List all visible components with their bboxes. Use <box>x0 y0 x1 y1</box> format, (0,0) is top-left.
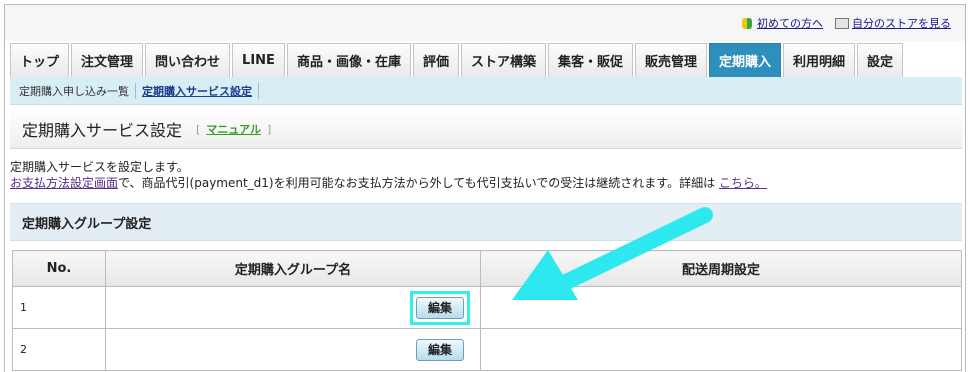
tab-products[interactable]: 商品・画像・在庫 <box>286 43 411 77</box>
page-title: 定期購入サービス設定 <box>22 120 183 140</box>
page-header: 定期購入サービス設定 [マニュアル] <box>10 109 962 149</box>
highlight-box: 編集 <box>410 290 470 325</box>
tab-billing[interactable]: 利用明細 <box>783 43 856 77</box>
description-line1: 定期購入サービスを設定します。 <box>10 160 189 174</box>
my-store-link[interactable]: 自分のストアを見る <box>835 15 951 31</box>
row-no: 1 <box>12 286 106 329</box>
group-name-cell: 編集 <box>105 328 481 371</box>
tab-top[interactable]: トップ <box>10 43 70 77</box>
tab-reviews[interactable]: 評価 <box>412 43 459 77</box>
edit-button[interactable]: 編集 <box>416 296 464 319</box>
beginner-mark-icon <box>741 17 754 30</box>
subnav-item-service-settings[interactable]: 定期購入サービス設定 <box>142 82 259 99</box>
tab-store-build[interactable]: ストア構築 <box>460 43 546 77</box>
table-row: 2 編集 <box>12 328 962 371</box>
details-link[interactable]: こちら。 <box>719 176 767 190</box>
manual-link[interactable]: マニュアル <box>206 123 261 136</box>
subnav-item-list[interactable]: 定期購入申し込み一覧 <box>19 82 136 99</box>
table-row: 1 編集 <box>12 286 962 329</box>
tab-subscription[interactable]: 定期購入 <box>709 43 782 77</box>
page-frame: 初めての方へ 自分のストアを見る トップ 注文管理 問い合わせ LINE 商品・… <box>4 4 966 372</box>
group-name-cell: 編集 <box>105 286 481 329</box>
manual-link-wrap: [マニュアル] <box>196 122 272 136</box>
section-header: 定期購入グループ設定 <box>10 203 962 241</box>
col-no: No. <box>12 250 106 287</box>
tab-promotion[interactable]: 集客・販促 <box>547 43 633 77</box>
col-delivery-cycle: 配送周期設定 <box>480 250 962 287</box>
top-links: 初めての方へ 自分のストアを見る <box>741 15 951 31</box>
edit-button[interactable]: 編集 <box>416 338 464 361</box>
tab-orders[interactable]: 注文管理 <box>71 43 144 77</box>
sub-nav: 定期購入申し込み一覧 定期購入サービス設定 <box>10 77 962 105</box>
description-line2: お支払方法設定画面で、商品代引(payment_d1)を利用可能なお支払方法から… <box>10 175 767 191</box>
store-icon <box>835 17 849 29</box>
delivery-cycle-cell <box>480 286 962 329</box>
delivery-cycle-cell <box>480 328 962 371</box>
group-table: No. 定期購入グループ名 配送周期設定 1 編集 2 編集 <box>12 250 962 371</box>
tab-settings[interactable]: 設定 <box>857 43 904 77</box>
top-bar: 初めての方へ 自分のストアを見る <box>5 5 965 41</box>
payment-settings-link[interactable]: お支払方法設定画面 <box>10 176 118 190</box>
table-header-row: No. 定期購入グループ名 配送周期設定 <box>12 250 962 287</box>
col-group-name: 定期購入グループ名 <box>105 250 481 287</box>
main-nav: トップ 注文管理 問い合わせ LINE 商品・画像・在庫 評価 ストア構築 集客… <box>10 43 904 77</box>
tab-inquiries[interactable]: 問い合わせ <box>145 43 231 77</box>
beginner-link[interactable]: 初めての方へ <box>741 15 823 31</box>
description-text: で、商品代引(payment_d1)を利用可能なお支払方法から外しても代引支払い… <box>118 176 716 190</box>
description: 定期購入サービスを設定します。 お支払方法設定画面で、商品代引(payment_… <box>10 159 767 191</box>
row-no: 2 <box>12 328 106 371</box>
tab-line[interactable]: LINE <box>232 43 285 77</box>
tab-sales[interactable]: 販売管理 <box>635 43 708 77</box>
